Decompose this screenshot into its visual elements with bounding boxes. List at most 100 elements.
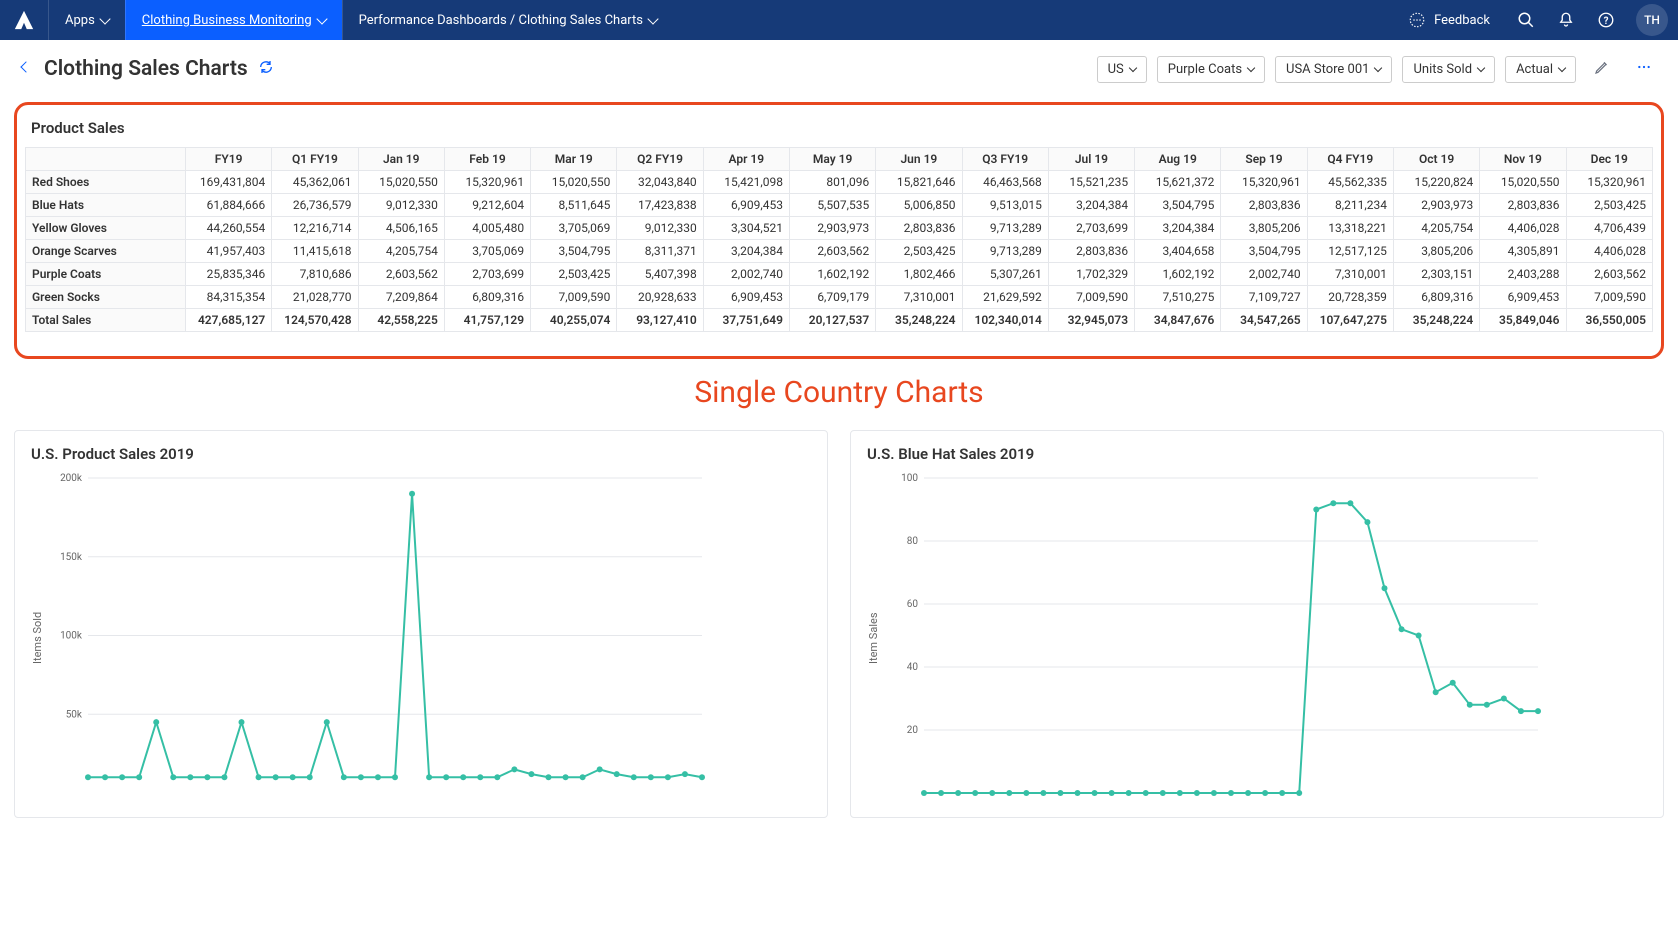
cell[interactable]: 2,303,151 [1393,263,1479,286]
cell[interactable]: 41,957,403 [186,240,272,263]
search-button[interactable] [1506,0,1546,40]
cell[interactable]: 7,009,590 [531,286,617,309]
help-button[interactable]: ? [1586,0,1626,40]
cell[interactable]: 6,709,179 [789,286,875,309]
edit-button[interactable] [1586,54,1618,84]
cell[interactable]: 2,503,425 [531,263,617,286]
cell[interactable]: 3,504,795 [1135,194,1221,217]
cell[interactable]: 2,603,562 [1566,263,1653,286]
cell[interactable]: 7,310,001 [876,286,962,309]
cell[interactable]: 3,204,384 [1048,194,1134,217]
feedback-button[interactable]: Feedback [1392,0,1506,40]
cell[interactable]: 44,260,554 [186,217,272,240]
cell[interactable]: 15,020,550 [531,171,617,194]
cell[interactable]: 8,311,371 [617,240,703,263]
cell[interactable]: 2,803,836 [1221,194,1307,217]
user-avatar[interactable]: TH [1636,4,1668,36]
cell[interactable]: 4,005,480 [444,217,530,240]
cell[interactable]: 21,028,770 [272,286,358,309]
cell[interactable]: 7,310,001 [1307,263,1393,286]
cell[interactable]: 20,928,633 [617,286,703,309]
cell[interactable]: 12,216,714 [272,217,358,240]
col-header[interactable]: Apr 19 [703,148,789,171]
cell[interactable]: 1,702,329 [1048,263,1134,286]
cell[interactable]: 4,205,754 [358,240,444,263]
col-header[interactable]: Oct 19 [1393,148,1479,171]
col-header[interactable]: May 19 [789,148,875,171]
cell[interactable]: 15,220,824 [1393,171,1479,194]
cell[interactable]: 45,562,335 [1307,171,1393,194]
cell[interactable]: 32,043,840 [617,171,703,194]
col-header[interactable]: Jun 19 [876,148,962,171]
cell[interactable]: 801,096 [789,171,875,194]
cell[interactable]: 4,706,439 [1566,217,1653,240]
cell[interactable]: 15,521,235 [1048,171,1134,194]
cell[interactable]: 3,805,206 [1221,217,1307,240]
cell[interactable]: 4,205,754 [1393,217,1479,240]
cell[interactable]: 2,803,836 [1048,240,1134,263]
cell[interactable]: 5,507,535 [789,194,875,217]
cell[interactable]: 12,517,125 [1307,240,1393,263]
cell[interactable]: 169,431,804 [186,171,272,194]
row-header[interactable]: Green Socks [26,286,186,309]
cell[interactable]: 15,421,098 [703,171,789,194]
cell[interactable]: 8,211,234 [1307,194,1393,217]
cell[interactable]: 7,109,727 [1221,286,1307,309]
cell[interactable]: 3,304,521 [703,217,789,240]
filter-units-sold[interactable]: Units Sold [1402,56,1495,83]
cell[interactable]: 2,603,562 [789,240,875,263]
cell[interactable]: 8,511,645 [531,194,617,217]
cell[interactable]: 3,404,658 [1135,240,1221,263]
cell[interactable]: 2,903,973 [1393,194,1479,217]
cell[interactable]: 21,629,592 [962,286,1048,309]
more-button[interactable] [1628,54,1660,84]
project-menu[interactable]: Clothing Business Monitoring [125,0,342,40]
cell[interactable]: 17,423,838 [617,194,703,217]
filter-purple-coats[interactable]: Purple Coats [1157,56,1265,83]
cell[interactable]: 46,463,568 [962,171,1048,194]
cell[interactable]: 2,002,740 [703,263,789,286]
cell[interactable]: 2,703,699 [1048,217,1134,240]
cell[interactable]: 2,503,425 [876,240,962,263]
cell[interactable]: 9,212,604 [444,194,530,217]
cell[interactable]: 15,020,550 [358,171,444,194]
cell[interactable]: 25,835,346 [186,263,272,286]
col-header[interactable]: Jul 19 [1048,148,1134,171]
cell[interactable]: 7,810,686 [272,263,358,286]
cell[interactable]: 1,802,466 [876,263,962,286]
cell[interactable]: 3,204,384 [703,240,789,263]
cell[interactable]: 2,002,740 [1221,263,1307,286]
cell[interactable]: 6,909,453 [703,286,789,309]
cell[interactable]: 2,603,562 [358,263,444,286]
filter-us[interactable]: US [1097,56,1147,83]
back-button[interactable] [18,58,34,81]
cell[interactable]: 9,713,289 [962,240,1048,263]
row-header[interactable]: Blue Hats [26,194,186,217]
line-chart[interactable]: 20406080100 [888,473,1548,803]
col-header[interactable]: Jan 19 [358,148,444,171]
cell[interactable]: 3,805,206 [1393,240,1479,263]
cell[interactable]: 6,909,453 [1480,286,1566,309]
row-header[interactable]: Yellow Gloves [26,217,186,240]
cell[interactable]: 1,602,192 [1135,263,1221,286]
col-header[interactable]: Q3 FY19 [962,148,1048,171]
cell[interactable]: 13,318,221 [1307,217,1393,240]
cell[interactable]: 15,621,372 [1135,171,1221,194]
cell[interactable]: 6,909,453 [703,194,789,217]
cell[interactable]: 7,209,864 [358,286,444,309]
filter-actual[interactable]: Actual [1505,56,1576,83]
cell[interactable]: 1,602,192 [789,263,875,286]
refresh-button[interactable] [258,59,274,79]
col-header[interactable]: Q1 FY19 [272,148,358,171]
cell[interactable]: 15,020,550 [1480,171,1566,194]
cell[interactable]: 26,736,579 [272,194,358,217]
col-header[interactable]: FY19 [186,148,272,171]
cell[interactable]: 4,305,891 [1480,240,1566,263]
cell[interactable]: 61,884,666 [186,194,272,217]
cell[interactable]: 9,012,330 [358,194,444,217]
col-header[interactable]: Sep 19 [1221,148,1307,171]
cell[interactable]: 2,803,836 [1480,194,1566,217]
cell[interactable]: 7,009,590 [1048,286,1134,309]
cell[interactable]: 2,403,288 [1480,263,1566,286]
cell[interactable]: 2,503,425 [1566,194,1653,217]
